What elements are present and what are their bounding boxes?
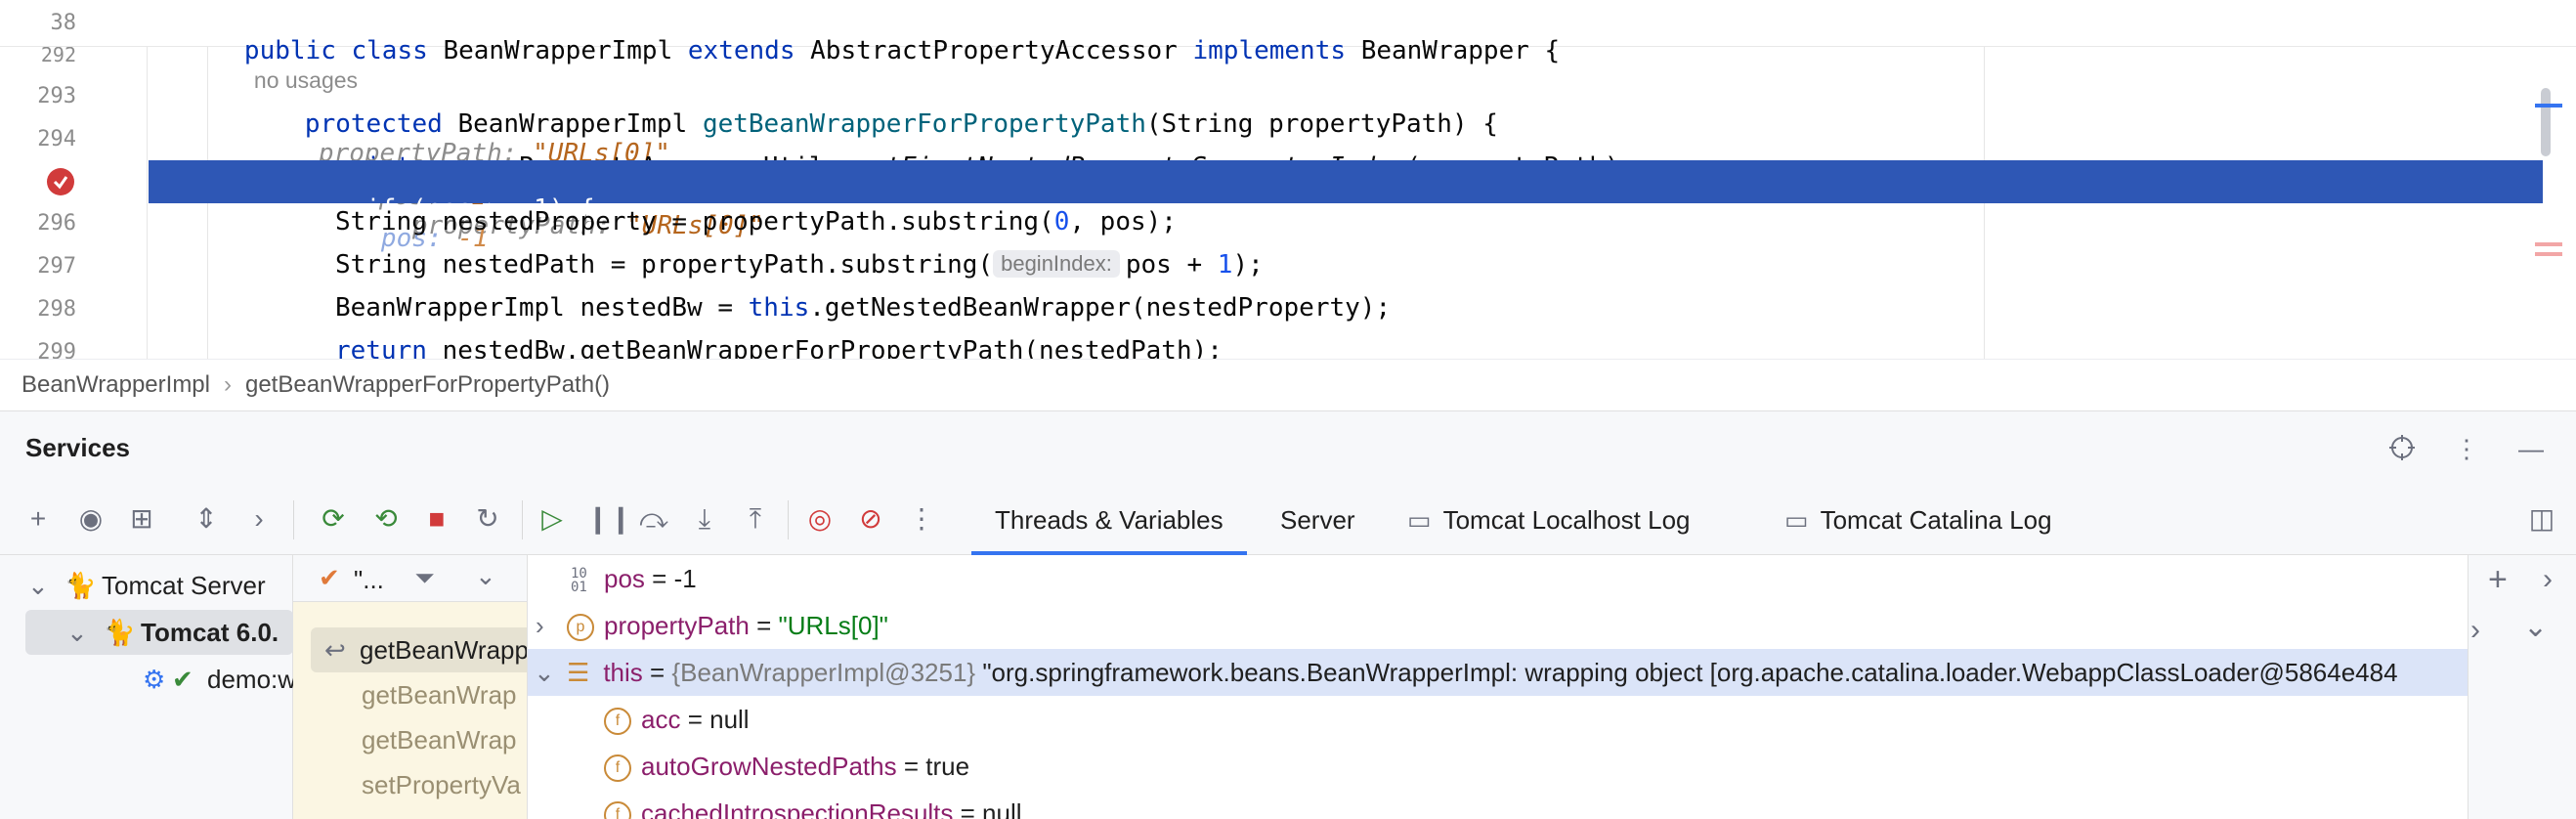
add-icon[interactable]: +: [2488, 561, 2508, 599]
refresh-icon[interactable]: ↻: [471, 502, 504, 536]
frames-toolbar: ✔ "... ⏷ ⌄: [293, 555, 527, 602]
scroll-marker: [2535, 252, 2562, 256]
resume-icon[interactable]: ▷: [536, 502, 569, 536]
chevron-down-icon[interactable]: ⌄: [66, 610, 88, 655]
check-icon: ✔: [172, 665, 193, 694]
breadcrumb-class[interactable]: BeanWrapperImpl: [21, 371, 210, 399]
sticky-class-header[interactable]: 38 public class BeanWrapperImpl extends …: [0, 0, 2576, 93]
stop-icon[interactable]: ■: [420, 502, 453, 536]
tab-threads-variables[interactable]: Threads & Variables: [971, 485, 1247, 555]
variable-row[interactable]: › p propertyPath = "URLs[0]": [528, 602, 2468, 649]
field-icon: f: [604, 708, 631, 736]
tree-item-tomcat-server[interactable]: ⌄ 🐈 Tomcat Server: [0, 563, 293, 608]
scroll-marker: [2535, 242, 2562, 246]
artifact-icon: ⚙: [143, 665, 166, 694]
tab-tomcat-catalina-log[interactable]: ▭ Tomcat Catalina Log: [1784, 485, 2052, 555]
frame-item[interactable]: getBeanWrap: [293, 672, 527, 717]
step-out-icon[interactable]: ⤒: [739, 502, 772, 536]
variable-row[interactable]: f autoGrowNestedPaths = true: [528, 743, 2468, 790]
layout-icon[interactable]: ◫: [2525, 502, 2558, 536]
code-line[interactable]: 298 BeanWrapperImpl nestedBw = this.getN…: [0, 289, 2576, 332]
frame-item[interactable]: setPropertyVa: [293, 762, 527, 807]
step-into-icon[interactable]: ⤓: [688, 502, 721, 536]
frame-item[interactable]: getBeanWrap: [293, 717, 527, 762]
more-vertical-icon[interactable]: ⋮: [905, 502, 938, 536]
parameter-icon: p: [567, 614, 594, 642]
rerun-debug-icon[interactable]: ⟲: [369, 502, 403, 536]
chevron-right-icon: ›: [223, 370, 232, 398]
chevron-right-icon[interactable]: ›: [536, 602, 544, 649]
console-icon: ▭: [1784, 505, 1809, 535]
variables-tree: 10 01 pos = -1 › p propertyPath = "URLs[0]…: [528, 555, 2468, 819]
object-icon: ☰: [567, 658, 590, 687]
services-header: Services ⋮ —: [0, 410, 2576, 485]
watches-side-pane: + › › ⌄: [2468, 555, 2576, 819]
mute-breakpoints-icon[interactable]: ⊘: [854, 502, 887, 536]
crosshair-icon[interactable]: [2386, 433, 2418, 464]
chevron-down-icon[interactable]: ⌄: [27, 563, 49, 608]
new-group-icon[interactable]: ⊞: [125, 502, 158, 536]
variable-row[interactable]: 10 01 pos = -1: [528, 555, 2468, 602]
chevron-down-icon[interactable]: ⌄: [2523, 610, 2548, 644]
chevron-down-icon[interactable]: ⌄: [534, 649, 555, 696]
current-execution-line[interactable]: if (pos > -1) { pos: -1: [149, 160, 2543, 253]
breakpoint-icon[interactable]: [47, 168, 74, 195]
frames-list: ✔ "... ⏷ ⌄ ↩ getBeanWrapp getBeanWrap ge…: [293, 555, 528, 819]
tomcat-icon: 🐈: [64, 571, 97, 600]
pause-icon[interactable]: ❙❙: [586, 502, 632, 536]
add-icon[interactable]: +: [21, 502, 55, 536]
field-icon: f: [604, 754, 631, 783]
editor-scrollbar[interactable]: [2541, 88, 2551, 156]
thread-selector[interactable]: "...: [354, 565, 384, 595]
step-over-icon[interactable]: ⤼: [637, 502, 670, 536]
console-icon: ▭: [1407, 505, 1432, 535]
code-line[interactable]: 299 return nestedBw.getBeanWrapperForPro…: [0, 332, 2576, 359]
frame-item-selected[interactable]: ↩ getBeanWrapp: [311, 627, 527, 672]
check-icon[interactable]: ✔: [319, 563, 340, 593]
class-declaration[interactable]: public class BeanWrapperImpl extends Abs…: [152, 7, 1560, 124]
parameter-hint: beginIndex:: [993, 250, 1120, 278]
services-tree: ⌄ 🐈 Tomcat Server ⌄ 🐈 Tomcat 6.0. ⚙ ✔ de…: [0, 555, 293, 819]
variable-row[interactable]: f cachedIntrospectionResults = null: [528, 790, 2468, 819]
line-number: 38: [50, 11, 77, 35]
eye-icon[interactable]: ◉: [74, 502, 107, 536]
code-editor[interactable]: 38 public class BeanWrapperImpl extends …: [0, 0, 2576, 359]
field-icon: f: [604, 801, 631, 819]
tomcat-icon: 🐈: [104, 618, 136, 647]
variable-row[interactable]: f acc = null: [528, 696, 2468, 743]
tree-item-tomcat-instance[interactable]: ⌄ 🐈 Tomcat 6.0.: [25, 610, 293, 655]
primitive-icon: 10 01: [571, 566, 587, 595]
view-breakpoints-icon[interactable]: ◎: [803, 502, 837, 536]
breadcrumb: BeanWrapperImpl › getBeanWrapperForPrope…: [0, 359, 2576, 410]
tab-tomcat-localhost-log[interactable]: ▭ Tomcat Localhost Log: [1407, 485, 1691, 555]
more-vertical-icon[interactable]: ⋮: [2451, 433, 2482, 464]
expand-collapse-icon[interactable]: ⇕: [190, 502, 223, 536]
chevron-right-icon[interactable]: ›: [2543, 563, 2553, 596]
code-line[interactable]: 297 String nestedPath = propertyPath.sub…: [0, 246, 2576, 289]
minimize-icon[interactable]: —: [2515, 433, 2547, 464]
code-line[interactable]: 296 String nestedProperty = propertyPath…: [0, 203, 2576, 246]
scroll-marker: [2535, 104, 2562, 108]
services-toolbar: + ◉ ⊞ ⇕ › ⟳ ⟲ ■ ↻ ▷ ❙❙ ⤼ ⤓ ⤒ ◎ ⊘ ⋮ Threa…: [0, 485, 2576, 555]
chevron-right-icon[interactable]: ›: [2470, 614, 2480, 647]
return-icon: ↩: [324, 635, 346, 665]
usages-hint[interactable]: no usages: [254, 67, 358, 93]
code-line[interactable]: 294 int pos = PropertyAccessorUtils.getF…: [0, 119, 2576, 240]
rerun-icon[interactable]: ⟳: [317, 502, 350, 536]
chevron-down-icon[interactable]: ⌄: [475, 561, 496, 591]
services-title: Services: [25, 433, 130, 462]
breadcrumb-method[interactable]: getBeanWrapperForPropertyPath(): [245, 371, 610, 399]
tab-server[interactable]: Server: [1280, 485, 1355, 555]
chevron-right-icon[interactable]: ›: [242, 502, 276, 536]
variable-row-selected[interactable]: ⌄ ☰ this = {BeanWrapperImpl@3251} "org.sp…: [528, 649, 2468, 696]
filter-icon[interactable]: ⏷: [414, 563, 435, 594]
tree-item-artifact[interactable]: ⚙ ✔ demo:w: [0, 657, 293, 702]
